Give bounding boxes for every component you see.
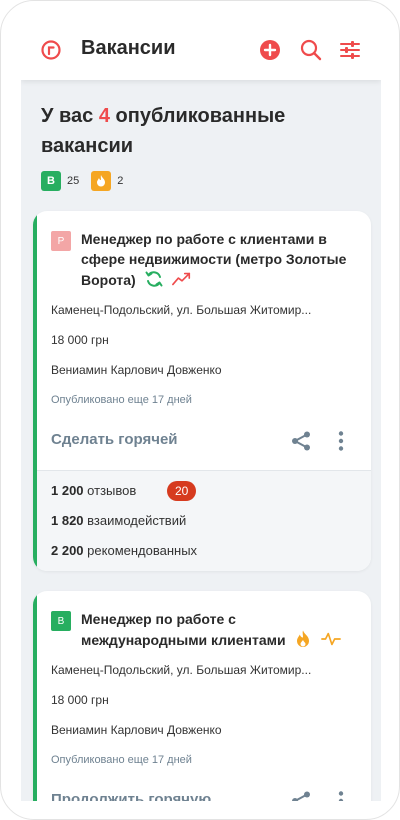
make-hot-button[interactable]: Сделать горячей (51, 431, 178, 448)
interactions-metric[interactable]: 1 820 взаимодействий (51, 513, 186, 528)
interactions-label: взаимодействий (87, 513, 187, 528)
auto-renew-icon (145, 271, 163, 287)
reviews-metric[interactable]: 1 200 отзывов (51, 483, 136, 498)
add-vacancy-icon[interactable] (259, 39, 281, 61)
vacancy-address: Каменец-Подольский, ул. Большая Житомир.… (51, 663, 312, 677)
vacancy-contact: Вениамин Карлович Довженко (51, 363, 222, 377)
reviews-count: 1 200 (51, 483, 84, 498)
vacancy-card[interactable]: В Менеджер по работе с международными кл… (33, 591, 371, 801)
phone-frame: Вакансии У вас 4 опубликованные вакансии… (0, 0, 400, 820)
vacancy-metrics: 1 200 отзывов 20 1 820 взаимодействий 2 … (37, 470, 371, 571)
hot-count: 2 (117, 175, 124, 187)
vacancy-title[interactable]: Менеджер по работе с международными клие… (81, 609, 359, 650)
reviews-label: отзывов (87, 483, 137, 498)
vacancy-title[interactable]: Менеджер по работе с клиентами в сфере н… (81, 229, 359, 290)
vacancy-stats: В 25 2 (41, 171, 135, 191)
vacancy-published: Опубликовано еще 17 дней (51, 754, 192, 766)
share-icon[interactable] (290, 430, 312, 452)
search-icon[interactable] (300, 39, 322, 61)
recommended-count: 2 200 (51, 543, 84, 558)
share-icon[interactable] (290, 790, 312, 801)
recommended-label: рекомендованных (87, 543, 198, 558)
vacancies-summary: У вас 4 опубликованные вакансии (41, 101, 361, 161)
published-count: 4 (98, 105, 110, 127)
recommended-metric[interactable]: 2 200 рекомендованных (51, 543, 197, 558)
standard-badge: В (51, 611, 71, 631)
standard-count: 25 (67, 175, 80, 187)
page-title: Вакансии (81, 37, 176, 59)
vacancy-contact: Вениамин Карлович Довженко (51, 723, 222, 737)
screen: Вакансии У вас 4 опубликованные вакансии… (21, 1, 381, 801)
vacancy-card[interactable]: Р Менеджер по работе с клиентами в сфере… (33, 211, 371, 571)
premium-badge: Р (51, 231, 71, 251)
standard-badge: В (41, 171, 61, 191)
interactions-count: 1 820 (51, 513, 84, 528)
summary-prefix: У вас (41, 105, 99, 127)
vacancy-title-text[interactable]: Менеджер по работе с международными клие… (81, 611, 286, 648)
vacancy-salary: 18 000 грн (51, 333, 109, 347)
filter-icon[interactable] (339, 39, 361, 61)
more-options-icon[interactable] (330, 790, 352, 801)
fire-icon (297, 630, 310, 647)
more-options-icon[interactable] (330, 430, 352, 452)
hot-badge (91, 171, 112, 191)
trending-up-icon (171, 272, 190, 286)
vacancy-published: Опубликовано еще 17 дней (51, 394, 192, 406)
app-header: Вакансии (21, 1, 381, 80)
card-status-bar (33, 591, 37, 801)
activity-pulse-icon (321, 632, 342, 646)
vacancy-title-text[interactable]: Менеджер по работе с клиентами в сфере н… (81, 231, 346, 288)
logo-icon[interactable] (41, 40, 61, 60)
continue-hot-button[interactable]: Продолжить горячую (51, 791, 211, 801)
vacancy-salary: 18 000 грн (51, 693, 109, 707)
new-reviews-badge: 20 (167, 481, 197, 501)
fire-icon (97, 175, 106, 187)
vacancy-address: Каменец-Подольский, ул. Большая Житомир.… (51, 303, 312, 317)
